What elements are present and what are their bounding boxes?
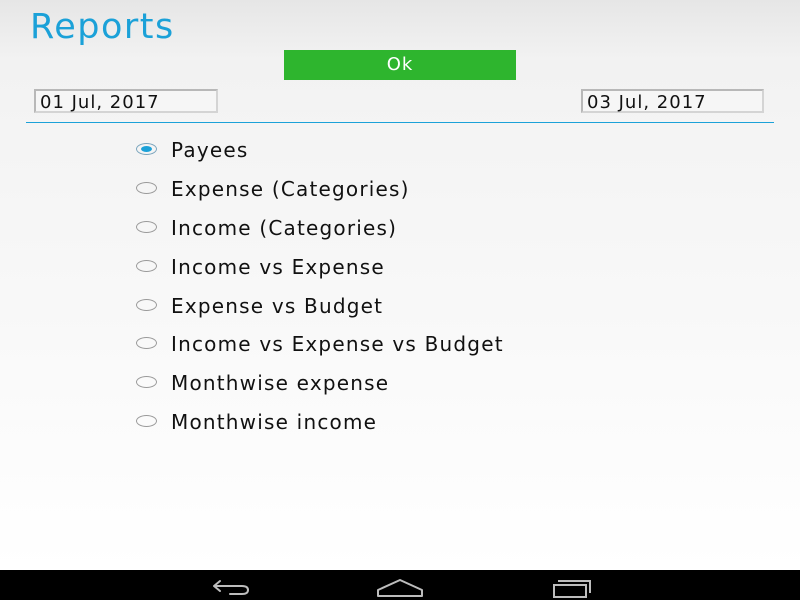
home-button[interactable] <box>370 570 430 600</box>
recent-apps-icon <box>553 580 591 598</box>
report-option-label: Payees <box>171 138 249 163</box>
report-option-label: Monthwise expense <box>171 371 390 396</box>
report-option-label: Income vs Expense <box>171 254 385 279</box>
radio-icon[interactable] <box>136 414 157 427</box>
radio-icon[interactable] <box>136 298 157 311</box>
radio-icon[interactable] <box>136 337 157 350</box>
to-date-field[interactable]: 03 Jul, 2017 <box>581 89 764 113</box>
report-type-list: Payees Expense (Categories) Income (Cate… <box>136 131 504 441</box>
system-navigation-bar <box>0 570 800 600</box>
report-option-income-vs-expense[interactable]: Income vs Expense <box>136 247 504 286</box>
report-option-label: Income (Categories) <box>171 215 398 240</box>
report-option-label: Monthwise income <box>171 409 378 434</box>
report-option-payees[interactable]: Payees <box>136 131 504 170</box>
recent-apps-button[interactable] <box>542 570 602 600</box>
radio-selected-icon[interactable] <box>136 143 157 156</box>
header-divider <box>26 122 774 123</box>
ok-button[interactable]: Ok <box>284 50 516 80</box>
report-option-income-vs-expense-vs-budget[interactable]: Income vs Expense vs Budget <box>136 325 504 364</box>
radio-icon[interactable] <box>136 220 157 233</box>
page-title: Reports <box>30 7 175 47</box>
report-option-label: Expense (Categories) <box>171 177 410 202</box>
radio-icon[interactable] <box>136 259 157 272</box>
from-date-field[interactable]: 01 Jul, 2017 <box>34 89 218 113</box>
report-option-expense-categories[interactable]: Expense (Categories) <box>136 170 504 209</box>
back-icon <box>213 580 249 595</box>
radio-icon[interactable] <box>136 376 157 389</box>
home-icon <box>377 579 423 597</box>
report-option-monthwise-expense[interactable]: Monthwise expense <box>136 364 504 403</box>
radio-icon[interactable] <box>136 182 157 195</box>
report-option-income-categories[interactable]: Income (Categories) <box>136 209 504 248</box>
back-button[interactable] <box>200 570 260 600</box>
report-option-label: Income vs Expense vs Budget <box>171 332 504 357</box>
report-option-label: Expense vs Budget <box>171 293 384 318</box>
report-option-expense-vs-budget[interactable]: Expense vs Budget <box>136 286 504 325</box>
report-option-monthwise-income[interactable]: Monthwise income <box>136 403 504 442</box>
